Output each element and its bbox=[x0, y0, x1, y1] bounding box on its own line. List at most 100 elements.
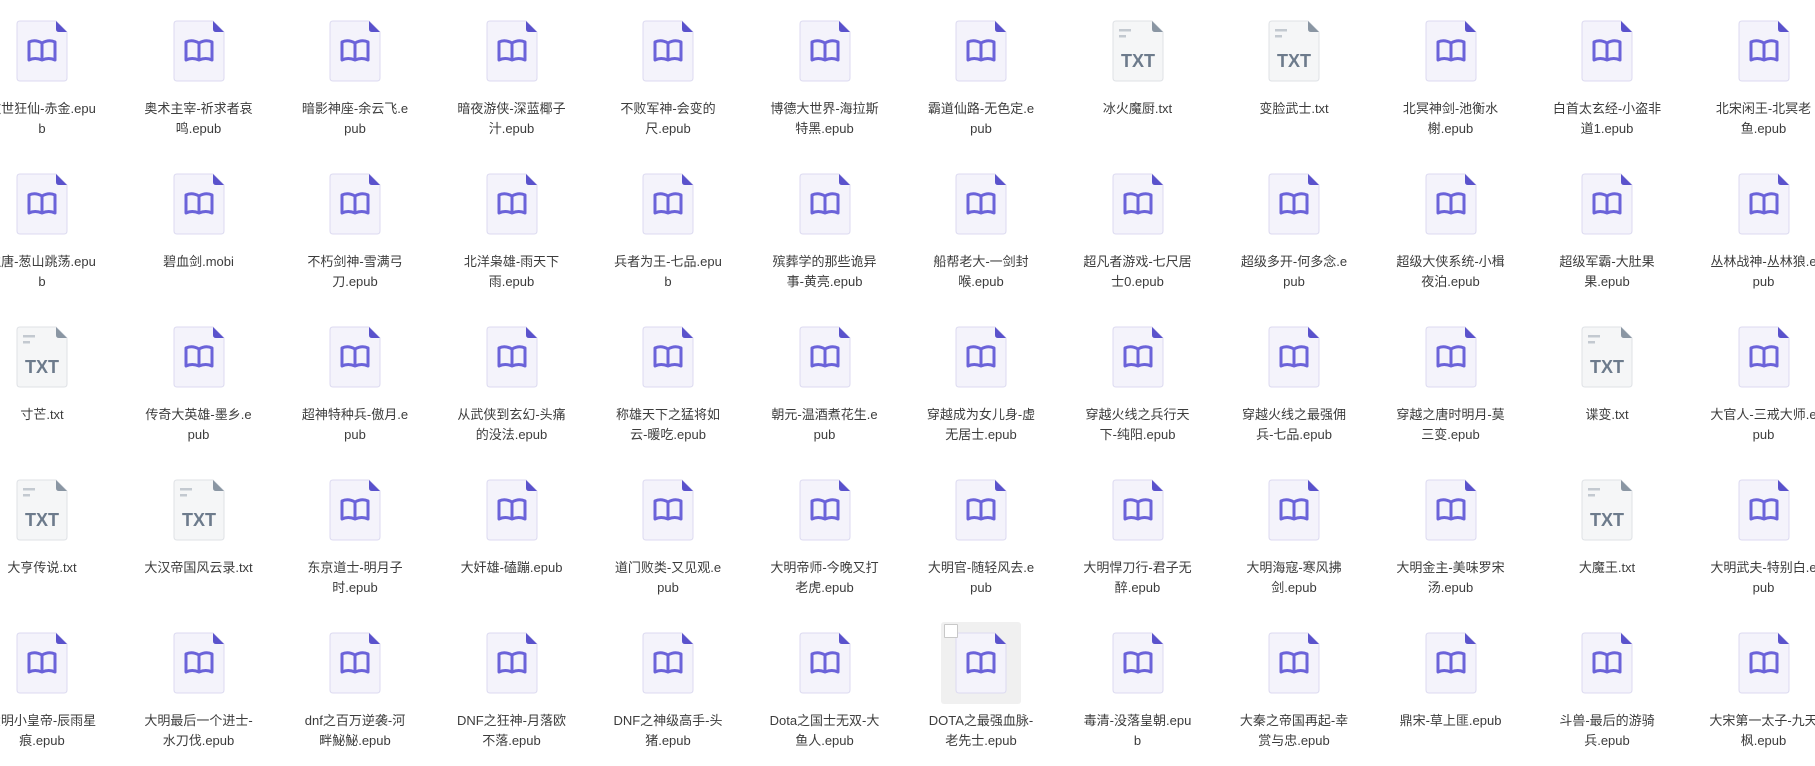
file-item[interactable]: DNF之狂神-月落欧不落.epub bbox=[452, 616, 572, 766]
file-item[interactable]: 丛林战神-丛林狼.epub bbox=[1704, 157, 1815, 307]
file-item[interactable]: 暗影神座-余云飞.epub bbox=[295, 4, 415, 154]
book-file-icon bbox=[159, 316, 239, 398]
file-item[interactable]: TXT 变脸武士.txt bbox=[1234, 4, 1354, 154]
file-item[interactable]: 北冥神剑-池衡水榭.epub bbox=[1391, 4, 1511, 154]
file-item[interactable]: 超神特种兵-傲月.epub bbox=[295, 310, 415, 460]
txt-badge: TXT bbox=[182, 510, 216, 530]
file-name: 冰火魔厨.txt bbox=[1083, 99, 1193, 119]
book-file-icon bbox=[1567, 622, 1647, 704]
file-name: 东京道士-明月子时.epub bbox=[300, 558, 410, 598]
file-name: 毒清-没落皇朝.epub bbox=[1083, 711, 1193, 751]
file-item[interactable]: TXT 大汉帝国风云录.txt bbox=[139, 463, 259, 613]
book-file-icon bbox=[1254, 469, 1334, 551]
file-item[interactable]: 道门败类-又见观.epub bbox=[608, 463, 728, 613]
file-item[interactable]: 穿越火线之兵行天下-纯阳.epub bbox=[1078, 310, 1198, 460]
file-item[interactable]: TXT 谍变.txt bbox=[1547, 310, 1667, 460]
file-item[interactable]: 东京道士-明月子时.epub bbox=[295, 463, 415, 613]
book-file-icon bbox=[159, 10, 239, 92]
file-item[interactable]: 称雄天下之猛将如云-暖吃.epub bbox=[608, 310, 728, 460]
file-name: 大官人-三戒大师.epub bbox=[1709, 405, 1815, 445]
file-item[interactable]: TXT 大魔王.txt bbox=[1547, 463, 1667, 613]
file-name: 大明最后一个进士-水刀伐.epub bbox=[144, 711, 254, 751]
file-item[interactable]: 不朽剑神-雪满弓刀.epub bbox=[295, 157, 415, 307]
book-file-icon bbox=[315, 469, 395, 551]
file-item[interactable]: 毒清-没落皇朝.epub bbox=[1078, 616, 1198, 766]
file-item[interactable]: 穿越火线之最强佣兵-七品.epub bbox=[1234, 310, 1354, 460]
book-file-icon bbox=[785, 163, 865, 245]
file-item[interactable]: 大明武夫-特别白.epub bbox=[1704, 463, 1815, 613]
file-name: 传奇大英雄-墨乡.epub bbox=[144, 405, 254, 445]
file-item[interactable]: Dota之国士无双-大鱼人.epub bbox=[765, 616, 885, 766]
book-file-icon bbox=[472, 163, 552, 245]
book-file-icon bbox=[1411, 316, 1491, 398]
file-name: 北洋枭雄-雨天下雨.epub bbox=[457, 252, 567, 292]
select-checkbox[interactable] bbox=[944, 624, 958, 638]
file-item[interactable]: 大秦之帝国再起-幸赏与忠.epub bbox=[1234, 616, 1354, 766]
txt-badge: TXT bbox=[25, 357, 59, 377]
file-name: 奥术主宰-祈求者哀鸣.epub bbox=[144, 99, 254, 139]
book-file-icon bbox=[785, 622, 865, 704]
file-item[interactable]: DOTA之最强血脉-老先士.epub bbox=[921, 616, 1041, 766]
book-file-icon bbox=[1254, 163, 1334, 245]
file-item[interactable]: 超级多开-何多念.epub bbox=[1234, 157, 1354, 307]
file-item[interactable]: 大宋第一太子-九天枫.epub bbox=[1704, 616, 1815, 766]
file-item[interactable]: 霸道仙路-无色定.epub bbox=[921, 4, 1041, 154]
book-file-icon bbox=[1254, 316, 1334, 398]
file-item[interactable]: 大官人-三戒大师.epub bbox=[1704, 310, 1815, 460]
file-item[interactable]: 博德大世界-海拉斯特黑.epub bbox=[765, 4, 885, 154]
file-name: 博德大世界-海拉斯特黑.epub bbox=[770, 99, 880, 139]
file-item[interactable]: 穿越之唐时明月-莫三变.epub bbox=[1391, 310, 1511, 460]
file-item[interactable]: 傲世狂仙-赤金.epub bbox=[0, 4, 102, 154]
file-item[interactable]: 斗兽-最后的游骑兵.epub bbox=[1547, 616, 1667, 766]
file-item[interactable]: DNF之神级高手-头猪.epub bbox=[608, 616, 728, 766]
file-name: 大明帝师-今晚又打老虎.epub bbox=[770, 558, 880, 598]
file-item[interactable]: 朝元-温酒煮花生.epub bbox=[765, 310, 885, 460]
file-item[interactable]: dnf之百万逆袭-河畔鮅鮅.epub bbox=[295, 616, 415, 766]
file-item[interactable]: 超级大侠系统-小楫夜泊.epub bbox=[1391, 157, 1511, 307]
file-item[interactable]: 大明最后一个进士-水刀伐.epub bbox=[139, 616, 259, 766]
file-item[interactable]: 大奸雄-磕蹦.epub bbox=[452, 463, 572, 613]
file-item[interactable]: 大明小皇帝-辰雨星痕.epub bbox=[0, 616, 102, 766]
txt-file-icon: TXT bbox=[159, 469, 239, 551]
file-item[interactable]: 大明官-随轻风去.epub bbox=[921, 463, 1041, 613]
file-name: 大魔王.txt bbox=[1552, 558, 1662, 578]
file-item[interactable]: 大明帝师-今晚又打老虎.epub bbox=[765, 463, 885, 613]
file-item[interactable]: 边唐-葱山跳荡.epub bbox=[0, 157, 102, 307]
file-item[interactable]: 奥术主宰-祈求者哀鸣.epub bbox=[139, 4, 259, 154]
file-item[interactable]: 殡葬学的那些诡异事-黄亮.epub bbox=[765, 157, 885, 307]
file-item[interactable]: 北洋枭雄-雨天下雨.epub bbox=[452, 157, 572, 307]
file-item[interactable]: TXT 寸芒.txt bbox=[0, 310, 102, 460]
file-item[interactable]: 超级军霸-大肚果果.epub bbox=[1547, 157, 1667, 307]
file-item[interactable]: TXT 大亨传说.txt bbox=[0, 463, 102, 613]
book-file-icon bbox=[785, 316, 865, 398]
book-file-icon bbox=[1724, 163, 1804, 245]
file-item[interactable]: 超凡者游戏-七尺居士0.epub bbox=[1078, 157, 1198, 307]
book-file-icon bbox=[1098, 316, 1178, 398]
file-item[interactable]: 大明海寇-寒风拂剑.epub bbox=[1234, 463, 1354, 613]
file-item[interactable]: 鼎宋-草上匪.epub bbox=[1391, 616, 1511, 766]
file-name: 变脸武士.txt bbox=[1239, 99, 1349, 119]
file-item[interactable]: 船帮老大-一剑封喉.epub bbox=[921, 157, 1041, 307]
book-file-icon bbox=[941, 622, 1021, 704]
file-name: 北宋闲王-北冥老鱼.epub bbox=[1709, 99, 1815, 139]
file-item[interactable]: 大明金主-美味罗宋汤.epub bbox=[1391, 463, 1511, 613]
book-file-icon bbox=[315, 163, 395, 245]
book-file-icon bbox=[315, 10, 395, 92]
file-item[interactable]: 大明悍刀行-君子无醉.epub bbox=[1078, 463, 1198, 613]
file-item[interactable]: 北宋闲王-北冥老鱼.epub bbox=[1704, 4, 1815, 154]
file-name: 暗影神座-余云飞.epub bbox=[300, 99, 410, 139]
file-name: 大汉帝国风云录.txt bbox=[144, 558, 254, 578]
file-item[interactable]: 碧血剑.mobi bbox=[139, 157, 259, 307]
file-item[interactable]: 传奇大英雄-墨乡.epub bbox=[139, 310, 259, 460]
file-name: 碧血剑.mobi bbox=[144, 252, 254, 272]
file-item[interactable]: 穿越成为女儿身-虚无居士.epub bbox=[921, 310, 1041, 460]
file-item[interactable]: TXT 冰火魔厨.txt bbox=[1078, 4, 1198, 154]
file-item[interactable]: 兵者为王-七品.epub bbox=[608, 157, 728, 307]
file-item[interactable]: 暗夜游侠-深蓝椰子汁.epub bbox=[452, 4, 572, 154]
txt-badge: TXT bbox=[1121, 51, 1155, 71]
file-item[interactable]: 不败军神-会变的尺.epub bbox=[608, 4, 728, 154]
file-item[interactable]: 从武侠到玄幻-头痛的没法.epub bbox=[452, 310, 572, 460]
book-file-icon bbox=[785, 469, 865, 551]
file-item[interactable]: 白首太玄经-小盗非道1.epub bbox=[1547, 4, 1667, 154]
txt-badge: TXT bbox=[25, 510, 59, 530]
